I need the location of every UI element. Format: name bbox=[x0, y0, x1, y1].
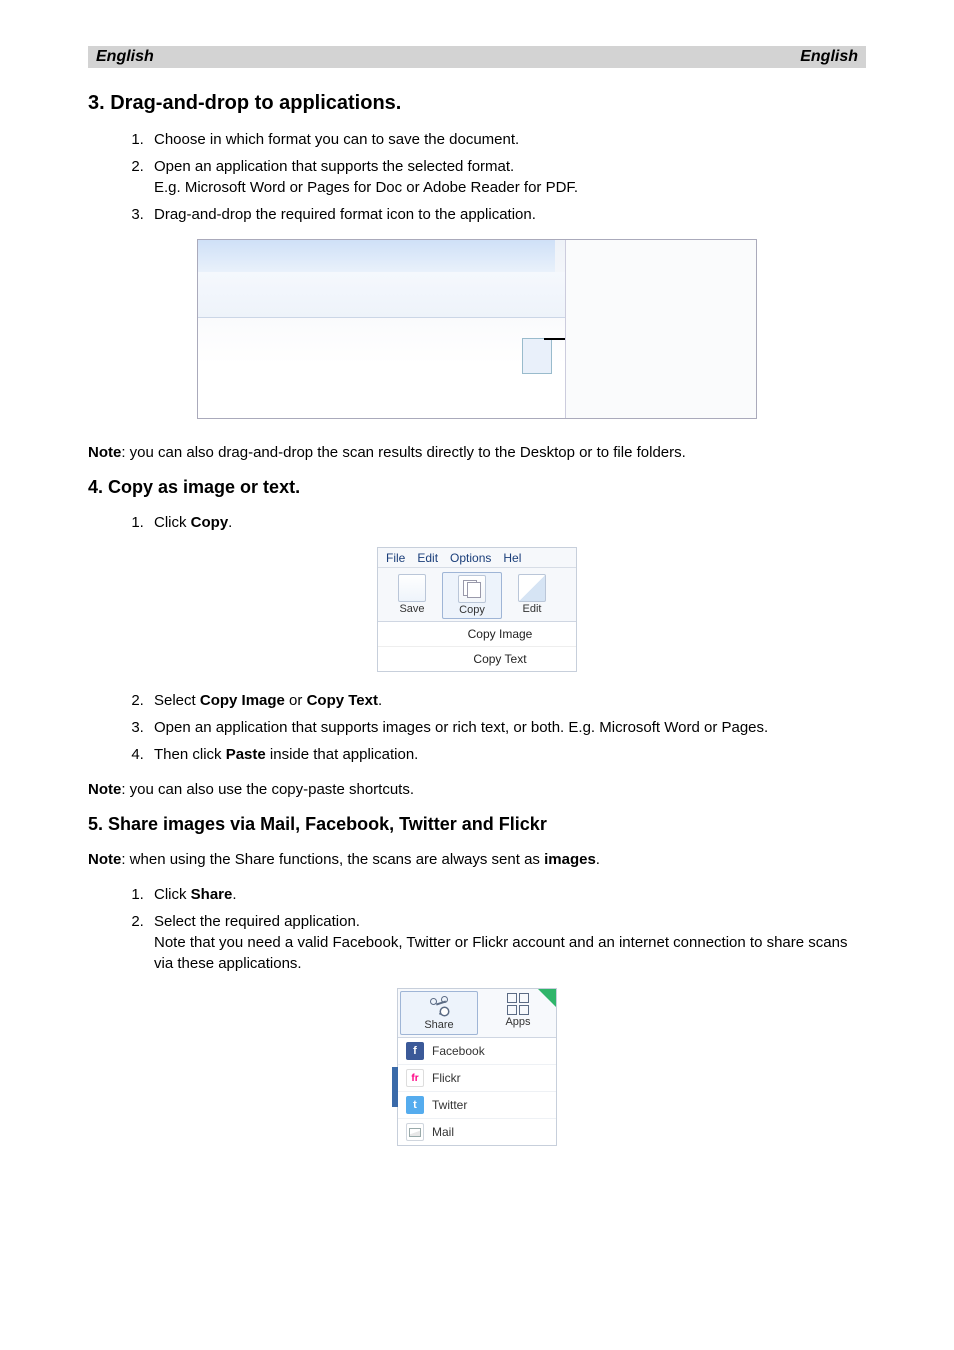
menu-help[interactable]: Hel bbox=[503, 551, 521, 565]
twitter-icon: t bbox=[406, 1096, 424, 1114]
edit-button[interactable]: Edit bbox=[502, 572, 562, 619]
s3-step-1: Choose in which format you can to save t… bbox=[148, 129, 866, 150]
header-left: English bbox=[96, 48, 154, 66]
share-dropdown-screenshot: Share Apps f Facebook fr Flickr t bbox=[397, 988, 557, 1146]
facebook-icon: f bbox=[406, 1042, 424, 1060]
s4-step-3: Open an application that supports images… bbox=[148, 717, 866, 738]
share-item-facebook[interactable]: f Facebook bbox=[398, 1038, 556, 1065]
share-icon bbox=[426, 996, 452, 1018]
section3-title: 3. Drag-and-drop to applications. bbox=[88, 92, 866, 115]
section5-steps: Click Share. Select the required applica… bbox=[88, 884, 866, 974]
selection-indicator bbox=[392, 1067, 398, 1107]
section3-steps: Choose in which format you can to save t… bbox=[88, 129, 866, 225]
section4-title: 4. Copy as image or text. bbox=[88, 477, 866, 498]
save-icon bbox=[398, 574, 426, 602]
s4-step-1: Click Copy. bbox=[148, 512, 866, 533]
section4-steps-a: Click Copy. bbox=[88, 512, 866, 533]
s5-step-2: Select the required application. Note th… bbox=[148, 911, 866, 974]
s4-note: Note: you can also use the copy-paste sh… bbox=[88, 779, 866, 800]
apps-icon bbox=[507, 993, 529, 1015]
menu-edit[interactable]: Edit bbox=[417, 551, 438, 565]
copy-text-item[interactable]: Copy Text bbox=[378, 647, 576, 671]
s3-note: Note: you can also drag-and-drop the sca… bbox=[88, 442, 866, 463]
corner-accent bbox=[538, 989, 556, 1007]
page-header-bar: English English bbox=[88, 46, 866, 68]
share-item-mail[interactable]: Mail bbox=[398, 1119, 556, 1145]
mail-icon bbox=[406, 1123, 424, 1141]
copy-icon bbox=[458, 575, 486, 603]
copy-dropdown-screenshot: File Edit Options Hel Save Copy Edit bbox=[377, 547, 577, 672]
s4-step-2: Select Copy Image or Copy Text. bbox=[148, 690, 866, 711]
s5-step-1: Click Share. bbox=[148, 884, 866, 905]
header-right: English bbox=[800, 48, 858, 66]
share-item-flickr[interactable]: fr Flickr bbox=[398, 1065, 556, 1092]
share-list: f Facebook fr Flickr t Twitter Mail bbox=[398, 1037, 556, 1145]
copy-button[interactable]: Copy bbox=[442, 572, 502, 619]
section4-steps-b: Select Copy Image or Copy Text. Open an … bbox=[88, 690, 866, 765]
share-button[interactable]: Share bbox=[400, 991, 478, 1035]
flickr-icon: fr bbox=[406, 1069, 424, 1087]
s5-note: Note: when using the Share functions, th… bbox=[88, 849, 866, 870]
menu-file[interactable]: File bbox=[386, 551, 405, 565]
menu-options[interactable]: Options bbox=[450, 551, 491, 565]
share-item-twitter[interactable]: t Twitter bbox=[398, 1092, 556, 1119]
edit-icon bbox=[518, 574, 546, 602]
s3-step-2: Open an application that supports the se… bbox=[148, 156, 866, 198]
s4-step-4: Then click Paste inside that application… bbox=[148, 744, 866, 765]
section5-title: 5. Share images via Mail, Facebook, Twit… bbox=[88, 814, 866, 835]
copy-dropdown: Copy Image Copy Text bbox=[378, 621, 576, 671]
drag-drop-screenshot bbox=[197, 239, 757, 419]
save-button[interactable]: Save bbox=[382, 572, 442, 619]
copy-image-item[interactable]: Copy Image bbox=[378, 622, 576, 647]
copyui-menubar: File Edit Options Hel bbox=[378, 548, 576, 568]
s3-step-3: Drag-and-drop the required format icon t… bbox=[148, 204, 866, 225]
